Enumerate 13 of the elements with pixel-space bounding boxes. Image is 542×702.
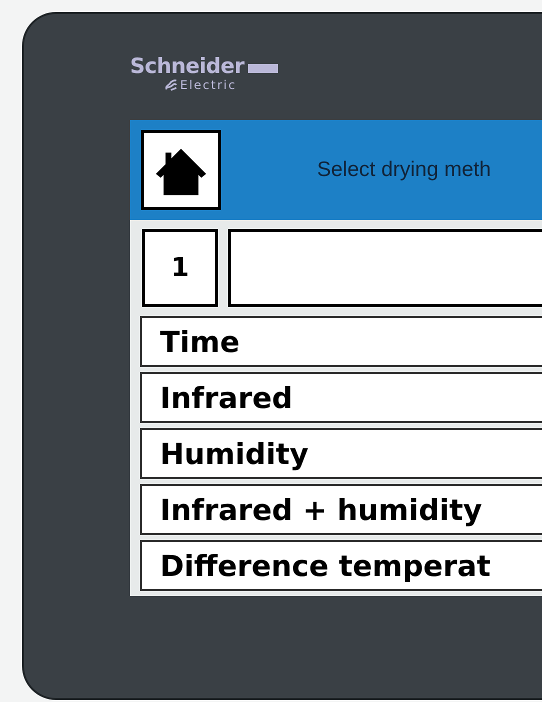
- method-option[interactable]: Time: [140, 316, 542, 367]
- home-button[interactable]: [141, 130, 221, 210]
- brand-subtitle: Electric: [180, 78, 236, 92]
- screen-title: Select drying meth: [317, 158, 491, 182]
- logo-bar-icon: [248, 64, 278, 73]
- brand-name: Schneider: [130, 54, 244, 78]
- method-option[interactable]: Difference temperat: [140, 540, 542, 591]
- step-number: 1: [142, 229, 218, 307]
- method-option[interactable]: Infrared: [140, 372, 542, 423]
- method-option[interactable]: Infrared + humidity: [140, 484, 542, 535]
- method-option[interactable]: Humidity: [140, 428, 542, 479]
- logo-mark-icon: [164, 78, 178, 92]
- input-field[interactable]: [228, 229, 542, 307]
